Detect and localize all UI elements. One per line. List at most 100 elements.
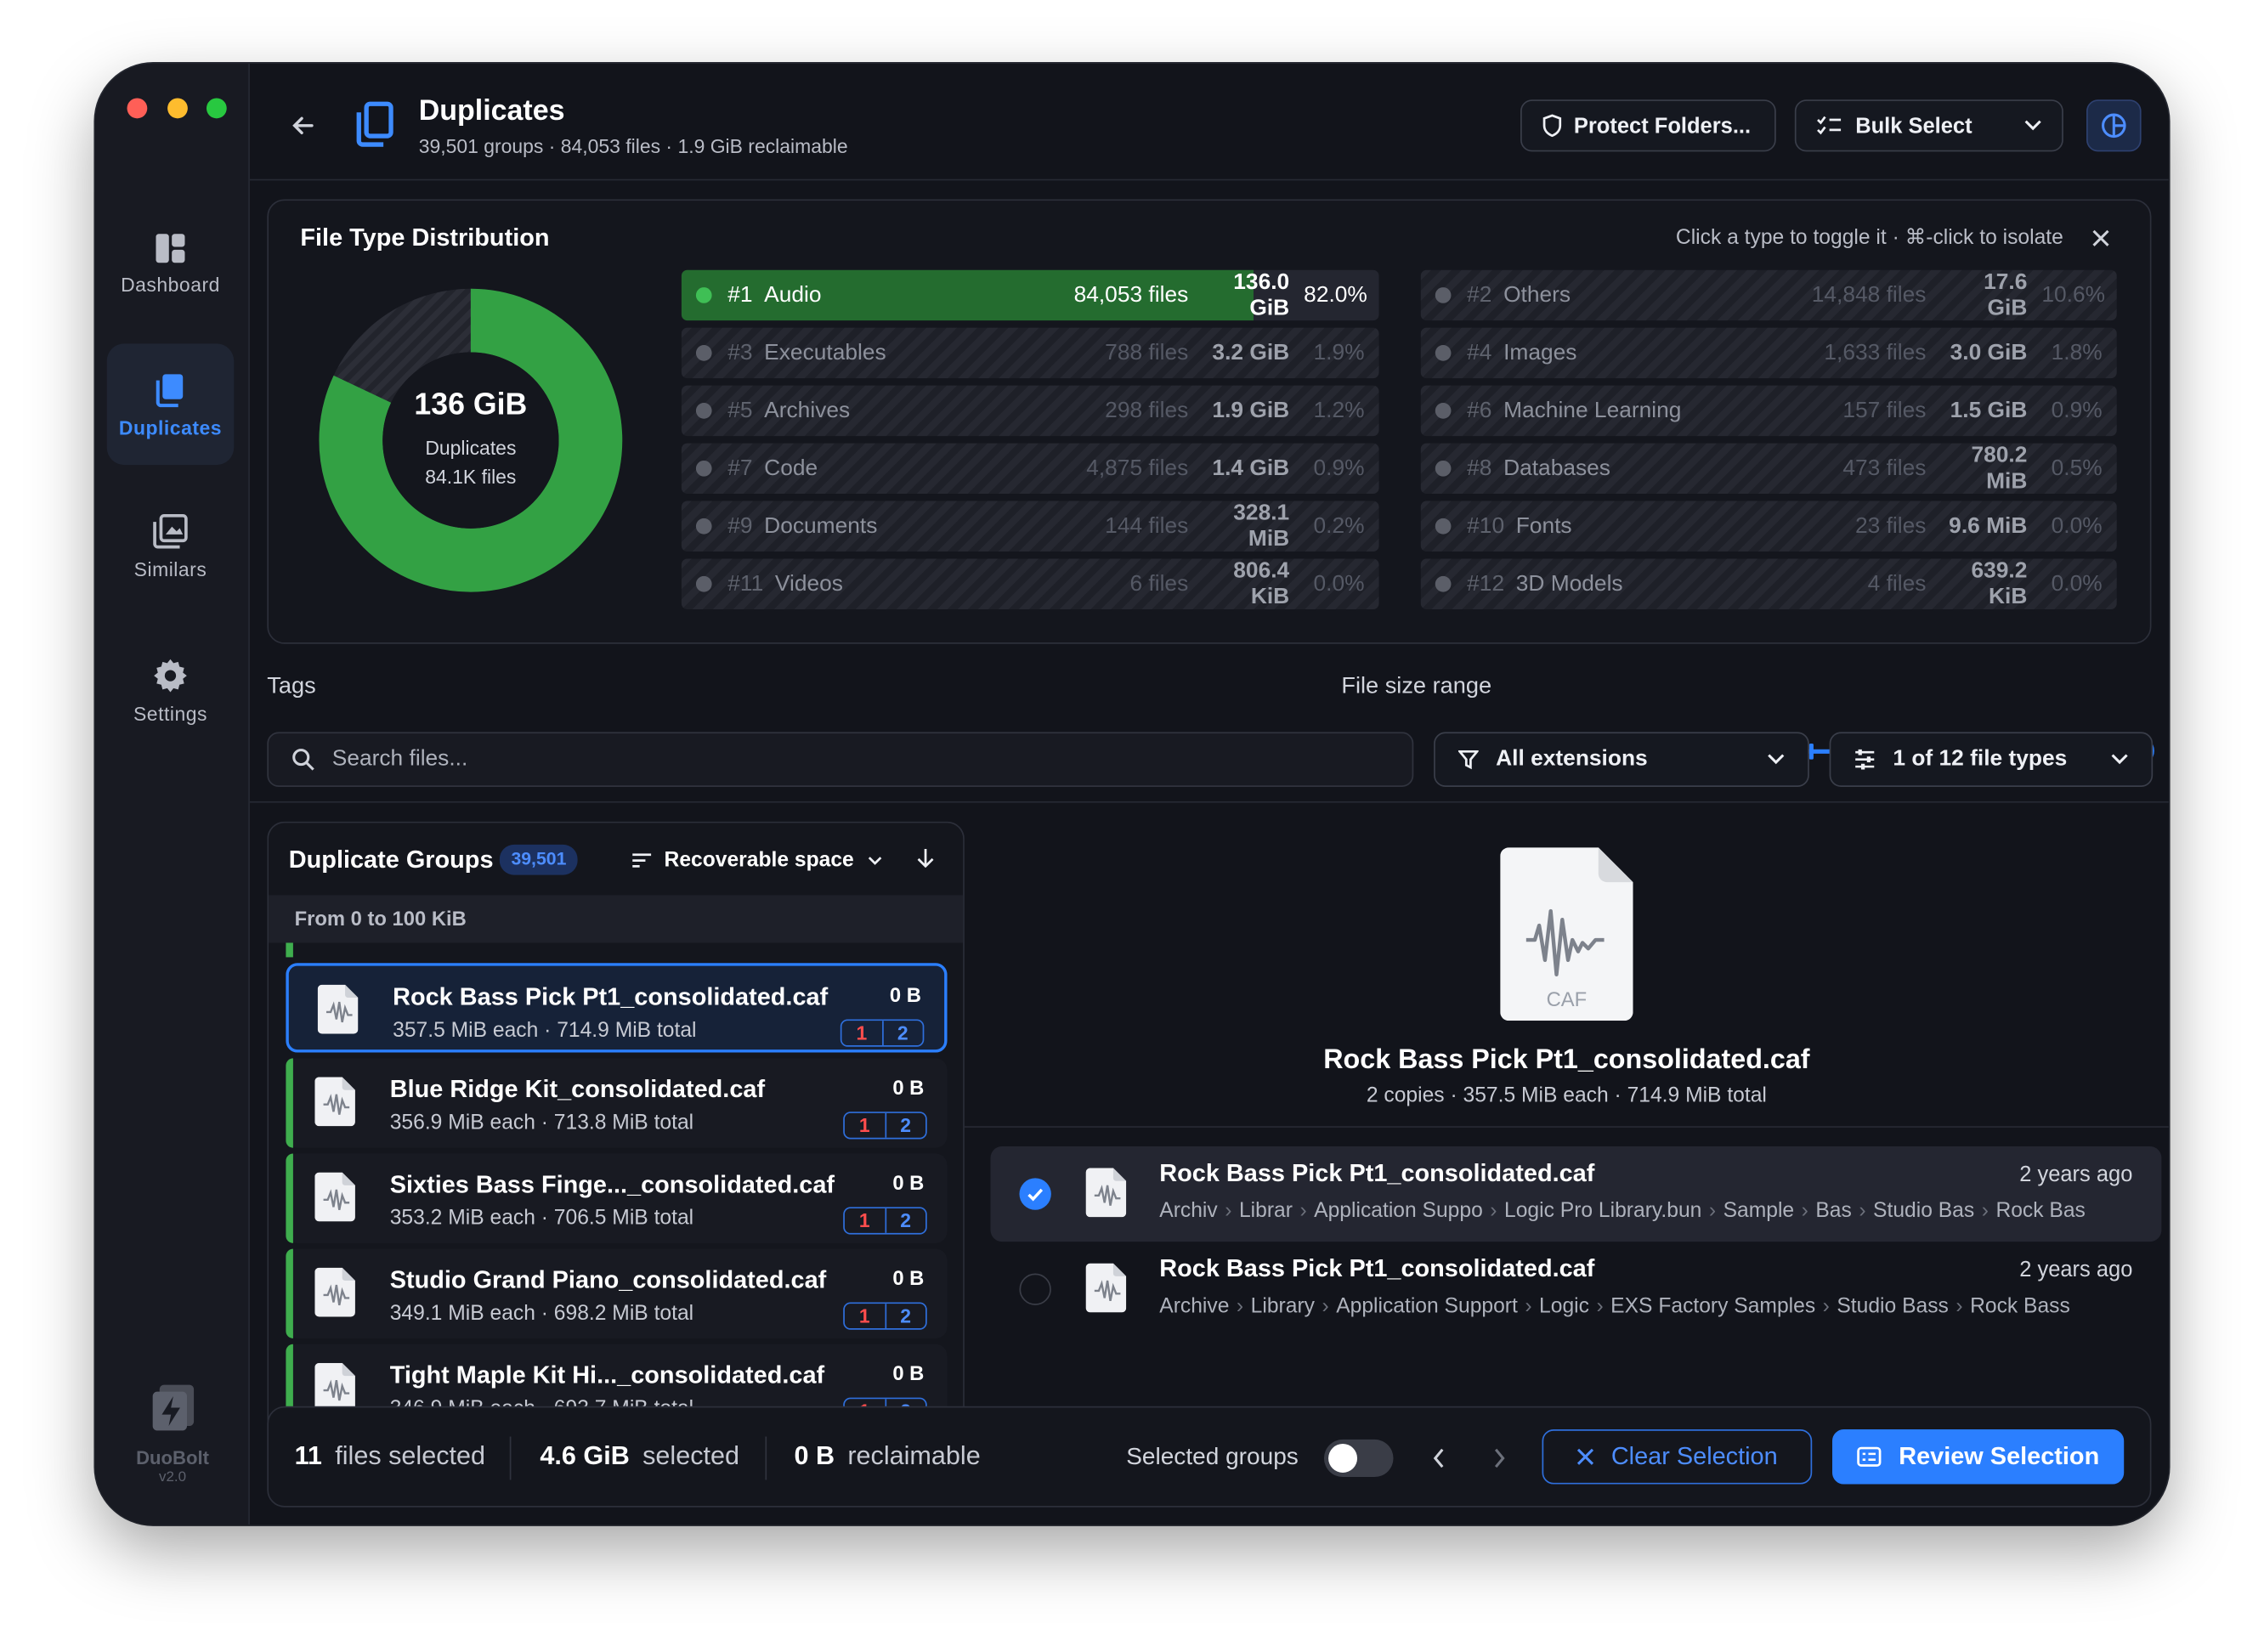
file-type-row[interactable]: #6 Machine Learning 157 files 1.5 GiB 0.9% [1420, 385, 2117, 437]
review-list-icon [1857, 1446, 1882, 1467]
clear-selection-button[interactable]: Clear Selection [1542, 1429, 1813, 1485]
file-copy-row[interactable]: Rock Bass Pick Pt1_consolidated.caf 2 yea… [990, 1146, 2162, 1242]
sidebar-item-similars[interactable]: Similars [107, 485, 235, 607]
copy-count-total: 2 [900, 1114, 912, 1137]
sidebar-item-dashboard[interactable]: Dashboard [107, 202, 235, 324]
path-separator: › [1225, 1199, 1232, 1224]
copy-count-total: 2 [900, 1209, 912, 1232]
copy-file-name: Rock Bass Pick Pt1_consolidated.caf [1159, 1159, 1595, 1187]
chevron-right-icon[interactable] [1493, 1448, 1506, 1468]
path-segment[interactable]: Rock Bas [1995, 1200, 2085, 1223]
search-field[interactable]: Search files... [267, 732, 1414, 787]
theme-toggle-button[interactable] [2086, 99, 2142, 152]
type-size: 9.6 MiB [1949, 512, 2028, 538]
distribution-title: File Type Distribution [300, 223, 550, 252]
selected-groups-toggle[interactable] [1323, 1439, 1394, 1478]
file-copy-row[interactable]: Rock Bass Pick Pt1_consolidated.caf 2 yea… [991, 1242, 2162, 1337]
type-size: 328.1 MiB [1233, 501, 1290, 552]
path-segment[interactable]: Librar [1239, 1200, 1293, 1223]
bulk-select-dropdown[interactable]: Bulk Select [1794, 99, 2063, 152]
files-selected-count: 11 [294, 1440, 322, 1470]
type-name: 3D Models [1515, 570, 1623, 596]
file-type-row[interactable]: #9 Documents 144 files 328.1 MiB 0.2% [681, 501, 1379, 552]
section-header: From 0 to 100 KiB [269, 895, 964, 943]
close-window-button[interactable] [127, 98, 148, 119]
bulk-select-label: Bulk Select [1855, 113, 1973, 139]
sort-label: Recoverable space [664, 849, 854, 873]
file-types-dropdown[interactable]: 1 of 12 file types [1829, 732, 2154, 787]
type-files: 144 files [1105, 512, 1189, 538]
chevron-left-icon[interactable] [1432, 1448, 1445, 1468]
path-segment[interactable]: Library [1251, 1295, 1315, 1318]
copy-count-total: 2 [897, 1021, 908, 1044]
path-segment[interactable]: Sample [1723, 1200, 1795, 1223]
review-selection-button[interactable]: Review Selection [1832, 1429, 2125, 1485]
minimize-window-button[interactable] [167, 98, 188, 119]
type-percent: 0.0% [2051, 570, 2103, 596]
zoom-window-button[interactable] [206, 98, 227, 119]
file-type-row[interactable]: #5 Archives 298 files 1.9 GiB 1.2% [681, 385, 1379, 437]
file-type-row[interactable]: #12 3D Models 4 files 639.2 KiB 0.0% [1420, 558, 2117, 609]
type-files: 23 files [1854, 512, 1927, 538]
copy-checkbox[interactable] [1019, 1273, 1051, 1305]
path-segment[interactable]: Archiv [1159, 1200, 1217, 1223]
file-type-row[interactable]: #10 Fonts 23 files 9.6 MiB 0.0% [1420, 501, 2117, 552]
path-separator: › [1956, 1294, 1963, 1319]
path-segment[interactable]: Application Support [1336, 1295, 1518, 1318]
sidebar-item-label: Dashboard [121, 273, 220, 296]
type-percent: 0.0% [1313, 570, 1365, 596]
size-selected-value: 4.6 GiB [540, 1440, 630, 1470]
app-version: v2.0 [158, 1469, 187, 1486]
extensions-dropdown[interactable]: All extensions [1434, 732, 1809, 787]
protect-folders-button[interactable]: Protect Folders... [1520, 99, 1776, 152]
type-files: 788 files [1105, 340, 1189, 365]
path-segment[interactable]: Rock Bass [1970, 1295, 2070, 1318]
tags-label: Tags [267, 674, 316, 699]
duplicate-group-item[interactable]: Sixties Bass Finge..._consolidated.caf 35… [286, 1153, 948, 1243]
path-segment[interactable]: Logic [1539, 1295, 1589, 1318]
review-selection-label: Review Selection [1899, 1442, 2100, 1470]
copy-count-badge: 12 [843, 1112, 927, 1140]
file-type-row[interactable]: #8 Databases 473 files 780.2 MiB 0.5% [1420, 443, 2117, 495]
path-segment[interactable]: EXS Factory Samples [1610, 1295, 1815, 1318]
search-icon [292, 749, 314, 771]
path-segment[interactable]: Studio Bas [1873, 1200, 1974, 1223]
sort-direction-icon[interactable] [917, 847, 934, 868]
reclaimable-value: 0 B [794, 1440, 835, 1470]
shield-icon [1542, 114, 1562, 138]
duplicate-group-item[interactable]: Rock Bass Pick Pt1_consolidated.caf 357.5… [286, 963, 948, 1053]
path-segment[interactable]: Application Suppo [1314, 1200, 1483, 1223]
duplicate-group-item[interactable]: Blue Ridge Kit_consolidated.caf 356.9 MiB… [286, 1058, 948, 1148]
path-segment[interactable]: Bas [1815, 1200, 1851, 1223]
sidebar-item-duplicates[interactable]: Duplicates [106, 343, 235, 466]
file-type-row[interactable]: #7 Code 4,875 files 1.4 GiB 0.9% [681, 443, 1379, 495]
file-type-row[interactable]: #2 Others 14,848 files 17.6 GiB 10.6% [1420, 269, 2117, 321]
files-selected-stat: 11 files selected [295, 1441, 485, 1472]
back-arrow-icon[interactable] [290, 113, 316, 139]
type-files: 1,633 files [1824, 340, 1927, 365]
copy-count-selected: 1 [845, 1208, 886, 1233]
file-type-row[interactable]: #4 Images 1,633 files 3.0 GiB 1.8% [1420, 327, 2117, 379]
file-type-row[interactable]: #1 Audio 84,053 files 136.0 GiB 82.0% [681, 269, 1379, 321]
sort-dropdown[interactable]: Recoverable space [632, 843, 883, 878]
type-rank: #6 [1467, 398, 1492, 422]
type-rank: #2 [1467, 282, 1492, 308]
close-icon[interactable] [2092, 229, 2109, 246]
type-dot [1435, 575, 1452, 592]
reclaimable-stat: 0 B reclaimable [794, 1441, 980, 1472]
path-segment[interactable]: Archive [1159, 1295, 1229, 1318]
type-name: Executables [764, 340, 886, 365]
type-size: 639.2 KiB [1971, 558, 2028, 609]
group-name: Blue Ridge Kit_consolidated.caf [389, 1075, 766, 1104]
path-separator: › [1490, 1199, 1497, 1224]
path-segment[interactable]: Logic Pro Library.bun [1504, 1200, 1701, 1223]
divider [765, 1436, 767, 1480]
copy-path: Archive › Library › Application Support › Logi… [1159, 1295, 2070, 1318]
copy-checkbox-checked[interactable] [1019, 1178, 1051, 1210]
file-type-row[interactable]: #11 Videos 6 files 806.4 KiB 0.0% [681, 558, 1379, 609]
path-segment[interactable]: Studio Bass [1837, 1295, 1948, 1318]
duplicate-group-item[interactable]: Studio Grand Piano_consolidated.caf 349.1… [286, 1248, 948, 1338]
file-type-row[interactable]: #3 Executables 788 files 3.2 GiB 1.9% [681, 327, 1379, 379]
sidebar-item-settings[interactable]: Settings [107, 630, 235, 751]
type-percent: 10.6% [2041, 282, 2106, 308]
